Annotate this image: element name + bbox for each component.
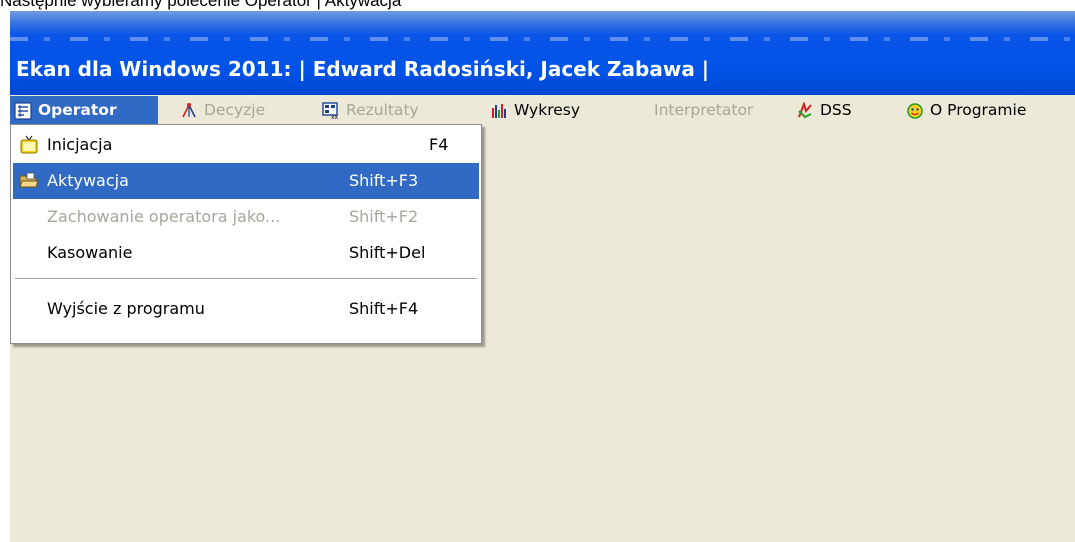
menu-rezultaty[interactable]: xx Rezultaty <box>322 96 419 124</box>
menu-dss-label: DSS <box>820 101 852 119</box>
tv-icon <box>19 135 39 155</box>
menu-item-aktywacja[interactable]: Aktywacja Shift+F3 <box>13 163 479 199</box>
menu-item-zachowanie-operatora[interactable]: Zachowanie operatora jako... Shift+F2 <box>13 199 479 235</box>
open-folder-icon <box>19 171 39 191</box>
menu-item-kasowanie-label: Kasowanie <box>47 243 133 262</box>
title-bar-texture <box>10 37 1075 41</box>
title-bar[interactable]: Ekan dla Windows 2011: | Edward Radosińs… <box>10 11 1075 95</box>
menu-item-inicjacja-label: Inicjacja <box>47 135 113 154</box>
bar-chart-icon <box>490 101 508 119</box>
about-icon <box>906 101 924 119</box>
menu-o-programie-label: O Programie <box>930 101 1027 119</box>
menu-dss[interactable]: DSS <box>796 96 852 124</box>
menu-item-zachowanie-label: Zachowanie operatora jako... <box>47 207 281 226</box>
menu-item-kasowanie-shortcut: Shift+Del <box>349 243 426 262</box>
instruction-caption: Następnie wybieramy polecenie Operator |… <box>0 0 402 10</box>
menu-bar: Operator Decyzje xx Rezultaty Wykresy In… <box>10 96 1075 124</box>
menu-decyzje[interactable]: Decyzje <box>180 96 265 124</box>
results-table-icon: xx <box>322 101 340 121</box>
decision-tree-icon <box>180 101 198 119</box>
menu-interpretator[interactable]: Interpretator <box>654 96 753 124</box>
svg-text:xx: xx <box>331 114 339 120</box>
operator-dropdown-menu: Inicjacja F4 Aktywacja Shift+F3 Zachowan… <box>10 124 482 344</box>
menu-o-programie[interactable]: O Programie <box>906 96 1026 124</box>
menu-item-aktywacja-shortcut: Shift+F3 <box>349 171 419 190</box>
menu-operator-label: Operator <box>38 101 117 119</box>
menu-separator <box>15 278 477 280</box>
menu-wykresy-label: Wykresy <box>514 101 581 119</box>
menu-item-aktywacja-label: Aktywacja <box>47 171 129 190</box>
menu-operator[interactable]: Operator <box>10 96 158 124</box>
menu-rezultaty-label: Rezultaty <box>346 101 419 119</box>
menu-item-inicjacja-shortcut: F4 <box>429 135 449 154</box>
menu-decyzje-label: Decyzje <box>204 101 266 119</box>
dss-icon <box>796 100 814 119</box>
window-title: Ekan dla Windows 2011: | Edward Radosińs… <box>16 57 710 81</box>
operator-icon <box>14 101 32 120</box>
app-window: Ekan dla Windows 2011: | Edward Radosińs… <box>10 11 1075 542</box>
menu-item-wyjscie-shortcut: Shift+F4 <box>349 299 419 318</box>
menu-item-wyjscie-label: Wyjście z programu <box>47 299 205 318</box>
menu-interpretator-label: Interpretator <box>654 101 754 119</box>
menu-wykresy[interactable]: Wykresy <box>490 96 580 124</box>
menu-item-zachowanie-shortcut: Shift+F2 <box>349 207 419 226</box>
menu-item-inicjacja[interactable]: Inicjacja F4 <box>13 127 479 163</box>
menu-item-wyjscie[interactable]: Wyjście z programu Shift+F4 <box>13 291 479 327</box>
menu-item-kasowanie[interactable]: Kasowanie Shift+Del <box>13 235 479 271</box>
